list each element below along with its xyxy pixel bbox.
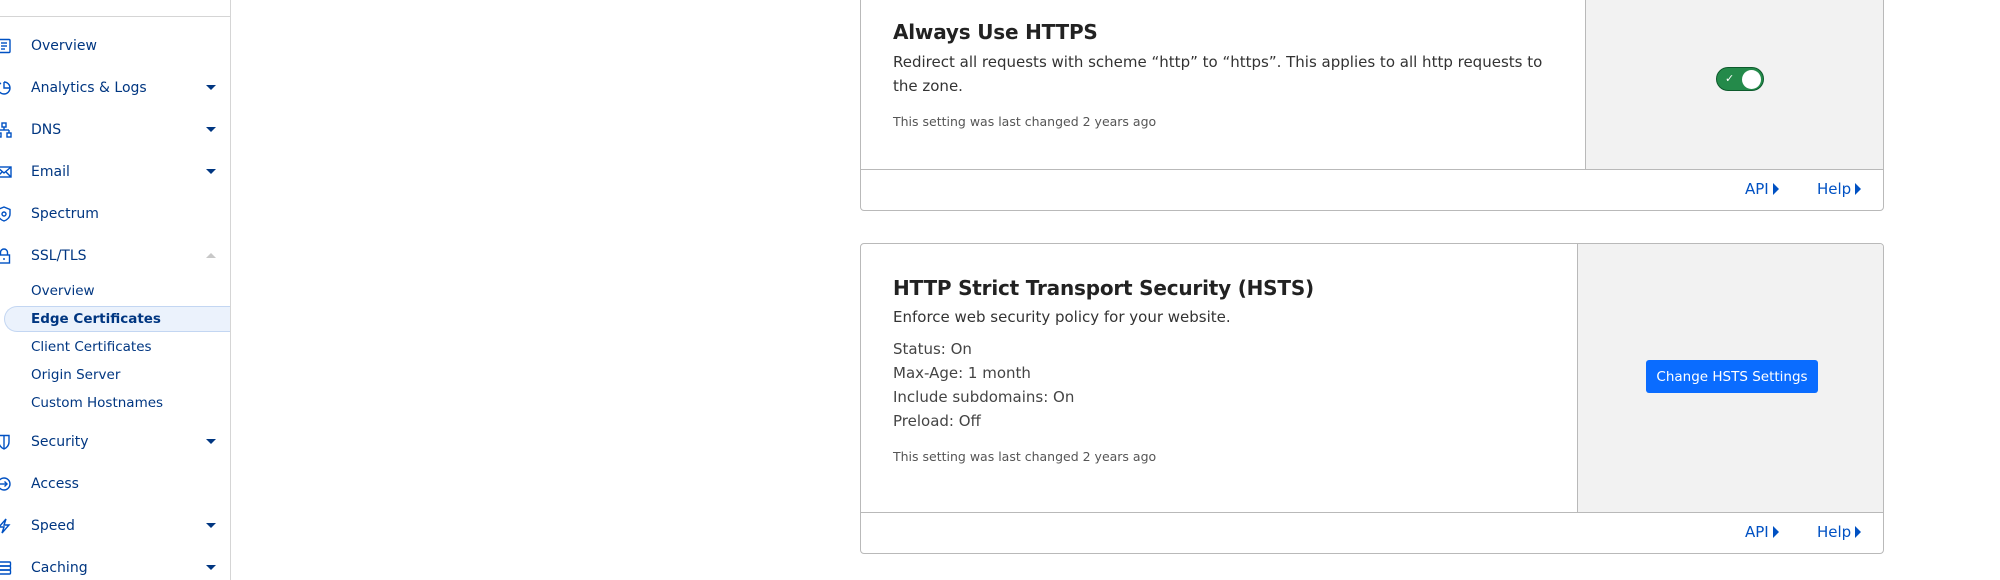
- sidebar-subitem-label: Overview: [31, 283, 95, 299]
- card-description: Enforce web security policy for your web…: [893, 308, 1231, 326]
- caret-right-icon: [1772, 526, 1779, 538]
- sidebar-subitem-label: Custom Hostnames: [31, 395, 164, 411]
- caret-right-icon: [1855, 526, 1862, 538]
- card-footer: API Help: [861, 170, 1883, 210]
- network-icon: [0, 122, 12, 138]
- hsts-max-age: Max-Age: 1 month: [893, 364, 1031, 382]
- hsts-details: Status: On Max-Age: 1 month Include subd…: [893, 337, 1545, 433]
- sidebar-item-label: Caching: [31, 560, 88, 576]
- api-link-label: API: [1745, 523, 1769, 541]
- always-https-toggle[interactable]: ✓: [1716, 67, 1764, 91]
- sidebar-item-label: Analytics & Logs: [31, 80, 147, 96]
- sidebar-subitem-client-certificates[interactable]: Client Certificates: [4, 334, 230, 360]
- api-link[interactable]: API: [1745, 523, 1779, 541]
- sidebar-item-access[interactable]: Access: [0, 470, 230, 498]
- sidebar-item-analytics-logs[interactable]: Analytics & Logs: [0, 74, 230, 102]
- card-title: Always Use HTTPS: [893, 20, 1098, 44]
- sidebar-subitem-edge-certificates[interactable]: Edge Certificates: [4, 306, 230, 332]
- sidebar: Overview Analytics & Logs DNS Email Spec…: [0, 0, 231, 580]
- pie-chart-icon: [0, 80, 12, 96]
- chevron-down-icon[interactable]: [206, 439, 216, 444]
- sidebar-item-label: Access: [31, 476, 79, 492]
- sidebar-item-label: Security: [31, 434, 89, 450]
- access-icon: [0, 476, 12, 492]
- api-link-label: API: [1745, 180, 1769, 198]
- card-control-panel: ✓: [1585, 0, 1883, 169]
- card-description: Redirect all requests with scheme “http”…: [893, 53, 1543, 95]
- change-hsts-settings-button[interactable]: Change HSTS Settings: [1646, 360, 1818, 393]
- help-link-label: Help: [1817, 523, 1852, 541]
- sidebar-item-label: Overview: [31, 38, 97, 54]
- sidebar-divider: [0, 16, 230, 17]
- hsts-preload: Preload: Off: [893, 412, 981, 430]
- sidebar-item-label: Email: [31, 164, 70, 180]
- server-stack-icon: [0, 560, 12, 576]
- envelope-icon: [0, 164, 12, 180]
- card-content: HTTP Strict Transport Security (HSTS) En…: [861, 244, 1577, 512]
- chevron-up-icon[interactable]: [206, 253, 216, 258]
- api-link[interactable]: API: [1745, 180, 1779, 198]
- hsts-card: HTTP Strict Transport Security (HSTS) En…: [860, 243, 1884, 554]
- toggle-knob: [1742, 70, 1761, 89]
- last-changed-text: This setting was last changed 2 years ag…: [893, 449, 1157, 464]
- sidebar-subitem-label: Origin Server: [31, 367, 121, 383]
- sidebar-item-label: SSL/TLS: [31, 248, 87, 264]
- sidebar-item-label: Spectrum: [31, 206, 99, 222]
- sidebar-subitem-label: Client Certificates: [31, 339, 152, 355]
- sidebar-subitem-label: Edge Certificates: [31, 311, 161, 327]
- shield-gear-icon: [0, 206, 12, 222]
- sidebar-item-security[interactable]: Security: [0, 428, 230, 456]
- chevron-down-icon[interactable]: [206, 523, 216, 528]
- card-footer: API Help: [861, 513, 1883, 553]
- help-link-label: Help: [1817, 180, 1852, 198]
- document-icon: [0, 38, 12, 54]
- shield-icon: [0, 434, 12, 450]
- help-link[interactable]: Help: [1817, 180, 1862, 198]
- sidebar-item-dns[interactable]: DNS: [0, 116, 230, 144]
- card-control-panel: Change HSTS Settings: [1577, 244, 1883, 512]
- sidebar-item-caching[interactable]: Caching: [0, 554, 230, 580]
- always-use-https-card: Always Use HTTPS Redirect all requests w…: [860, 0, 1884, 211]
- chevron-down-icon[interactable]: [206, 127, 216, 132]
- sidebar-item-ssl-tls[interactable]: SSL/TLS: [0, 242, 230, 270]
- sidebar-item-label: DNS: [31, 122, 62, 138]
- lock-icon: [0, 248, 12, 264]
- card-title: HTTP Strict Transport Security (HSTS): [893, 276, 1314, 300]
- checkmark-icon: ✓: [1725, 72, 1735, 85]
- card-content: Always Use HTTPS Redirect all requests w…: [861, 0, 1585, 169]
- sidebar-subitem-origin-server[interactable]: Origin Server: [4, 362, 230, 388]
- chevron-down-icon[interactable]: [206, 565, 216, 570]
- sidebar-subitem-custom-hostnames[interactable]: Custom Hostnames: [4, 390, 230, 416]
- chevron-down-icon[interactable]: [206, 85, 216, 90]
- hsts-status: Status: On: [893, 340, 972, 358]
- caret-right-icon: [1855, 183, 1862, 195]
- last-changed-text: This setting was last changed 2 years ag…: [893, 114, 1157, 129]
- chevron-down-icon[interactable]: [206, 169, 216, 174]
- lightning-icon: [0, 518, 12, 534]
- sidebar-item-label: Speed: [31, 518, 75, 534]
- sidebar-item-speed[interactable]: Speed: [0, 512, 230, 540]
- sidebar-item-spectrum[interactable]: Spectrum: [0, 200, 230, 228]
- caret-right-icon: [1772, 183, 1779, 195]
- sidebar-subitem-overview[interactable]: Overview: [4, 278, 230, 304]
- help-link[interactable]: Help: [1817, 523, 1862, 541]
- sidebar-item-email[interactable]: Email: [0, 158, 230, 186]
- hsts-include-subdomains: Include subdomains: On: [893, 388, 1075, 406]
- sidebar-item-overview[interactable]: Overview: [0, 32, 230, 60]
